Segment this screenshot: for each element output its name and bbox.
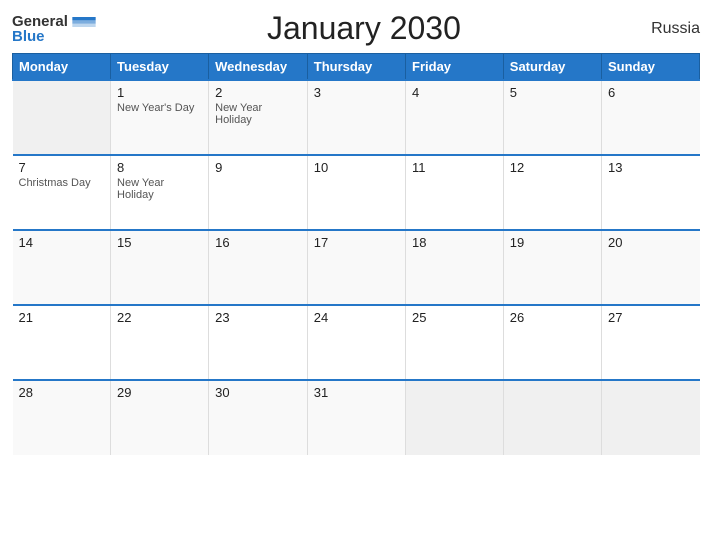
holiday-label: Christmas Day: [19, 177, 105, 189]
day-number: 15: [117, 235, 202, 250]
col-wednesday: Wednesday: [209, 54, 308, 81]
col-tuesday: Tuesday: [111, 54, 209, 81]
day-number: 24: [314, 310, 399, 325]
col-saturday: Saturday: [503, 54, 601, 81]
calendar-header: Monday Tuesday Wednesday Thursday Friday…: [13, 54, 700, 81]
day-number: 8: [117, 160, 202, 175]
calendar-week-5: 28 29 30 31: [13, 380, 700, 455]
logo-flag-icon: [70, 17, 98, 27]
day-number: 5: [510, 85, 595, 100]
calendar-cell: 24: [307, 305, 405, 380]
holiday-label: New Year Holiday: [215, 102, 301, 126]
day-number: 19: [510, 235, 595, 250]
day-number: 18: [412, 235, 497, 250]
day-number: 4: [412, 85, 497, 100]
header-row: Monday Tuesday Wednesday Thursday Friday…: [13, 54, 700, 81]
calendar-week-1: 1 New Year's Day 2 New Year Holiday 3456: [13, 80, 700, 155]
calendar-cell: 6: [601, 80, 699, 155]
day-number: 31: [314, 385, 399, 400]
calendar-cell: 4: [406, 80, 504, 155]
calendar-cell: 13: [601, 155, 699, 230]
day-number: 21: [19, 310, 105, 325]
calendar-cell: 16: [209, 230, 308, 305]
calendar-cell: 27: [601, 305, 699, 380]
calendar-cell: 20: [601, 230, 699, 305]
calendar-cell: 5: [503, 80, 601, 155]
calendar-cell: 31: [307, 380, 405, 455]
calendar-cell: 2 New Year Holiday: [209, 80, 308, 155]
country-label: Russia: [630, 20, 700, 38]
day-number: 9: [215, 160, 301, 175]
calendar-cell: 25: [406, 305, 504, 380]
calendar-cell: 3: [307, 80, 405, 155]
day-number: 20: [608, 235, 694, 250]
calendar-cell: 30: [209, 380, 308, 455]
col-sunday: Sunday: [601, 54, 699, 81]
calendar-cell: 12: [503, 155, 601, 230]
day-number: 11: [412, 160, 497, 175]
calendar-cell: 14: [13, 230, 111, 305]
day-number: 10: [314, 160, 399, 175]
calendar-cell: [503, 380, 601, 455]
calendar-week-3: 14 15 16 17 18 19 20: [13, 230, 700, 305]
col-monday: Monday: [13, 54, 111, 81]
col-thursday: Thursday: [307, 54, 405, 81]
calendar-cell: 8 New Year Holiday: [111, 155, 209, 230]
day-number: 7: [19, 160, 105, 175]
day-number: 13: [608, 160, 694, 175]
calendar-cell: [13, 80, 111, 155]
calendar-body: 1 New Year's Day 2 New Year Holiday 3456 7 Chr…: [13, 80, 700, 455]
logo-blue-text: Blue: [12, 29, 45, 44]
calendar-cell: 10: [307, 155, 405, 230]
day-number: 2: [215, 85, 301, 100]
page: General Blue January 2030 Russia Monday …: [0, 0, 712, 550]
header: General Blue January 2030 Russia: [12, 10, 700, 47]
calendar-cell: 9: [209, 155, 308, 230]
calendar-cell: 22: [111, 305, 209, 380]
calendar-week-4: 21 22 23 24 25 26 27: [13, 305, 700, 380]
day-number: 25: [412, 310, 497, 325]
day-number: 17: [314, 235, 399, 250]
calendar-cell: 1 New Year's Day: [111, 80, 209, 155]
day-number: 3: [314, 85, 399, 100]
day-number: 12: [510, 160, 595, 175]
calendar-cell: 28: [13, 380, 111, 455]
calendar-cell: 11: [406, 155, 504, 230]
day-number: 6: [608, 85, 694, 100]
calendar-cell: 15: [111, 230, 209, 305]
calendar-cell: 23: [209, 305, 308, 380]
calendar-week-2: 7 Christmas Day 8 New Year Holiday 9 10 11 12 13: [13, 155, 700, 230]
calendar-title: January 2030: [98, 10, 630, 47]
calendar-cell: [406, 380, 504, 455]
day-number: 29: [117, 385, 202, 400]
day-number: 23: [215, 310, 301, 325]
logo-general-text: General: [12, 14, 68, 29]
calendar-cell: 21: [13, 305, 111, 380]
logo: General Blue: [12, 14, 98, 44]
calendar-cell: 29: [111, 380, 209, 455]
calendar-cell: 19: [503, 230, 601, 305]
calendar-table: Monday Tuesday Wednesday Thursday Friday…: [12, 53, 700, 455]
holiday-label: New Year Holiday: [117, 177, 202, 201]
day-number: 16: [215, 235, 301, 250]
col-friday: Friday: [406, 54, 504, 81]
calendar-cell: 18: [406, 230, 504, 305]
day-number: 28: [19, 385, 105, 400]
calendar-cell: [601, 380, 699, 455]
day-number: 26: [510, 310, 595, 325]
day-number: 22: [117, 310, 202, 325]
calendar-cell: 7 Christmas Day: [13, 155, 111, 230]
day-number: 14: [19, 235, 105, 250]
day-number: 27: [608, 310, 694, 325]
calendar-cell: 26: [503, 305, 601, 380]
calendar-cell: 17: [307, 230, 405, 305]
day-number: 1: [117, 85, 202, 100]
holiday-label: New Year's Day: [117, 102, 202, 114]
day-number: 30: [215, 385, 301, 400]
